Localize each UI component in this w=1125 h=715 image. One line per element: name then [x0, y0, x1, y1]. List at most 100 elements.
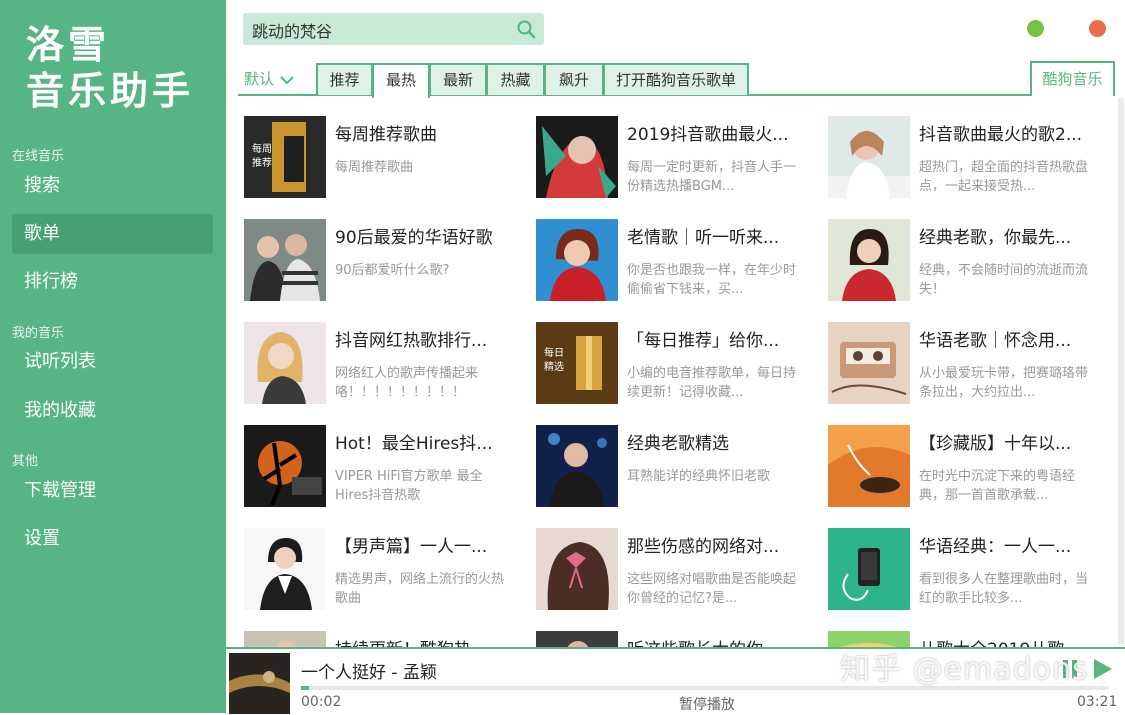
progress-fill — [301, 686, 310, 690]
logo-line-1: 洛雪 — [26, 23, 111, 67]
search-icon[interactable] — [516, 19, 536, 39]
playlist-title: 【珍藏版】十年以... — [919, 434, 1072, 454]
sidebar-item-play-list[interactable]: 试听列表 — [12, 342, 213, 382]
playlist-card[interactable]: 华语经典：一人一... 看到很多人在整理歌曲时，当红的歌手比较多... — [828, 528, 1119, 612]
playlist-card[interactable]: 抖音网红热歌排行... 网络红人的歌声传播起来咯！！！！！！！！！ — [244, 322, 536, 406]
playlist-cover — [828, 322, 910, 404]
playlist-card[interactable]: 每周 推荐 每周推荐歌曲 每周推荐歌曲 — [244, 116, 536, 200]
playlist-desc: 90后都爱听什么歌? — [335, 263, 450, 278]
playlist-card[interactable]: 持续更新！酷狗热... — [244, 631, 536, 648]
playlist-card[interactable]: 老情歌｜听一听来... 你是否也跟我一样，在年少时偷偷省下钱来，买... — [536, 219, 828, 303]
cover-text-weekly-2: 推荐 — [252, 156, 272, 169]
progress-bar[interactable] — [301, 686, 1109, 690]
playlist-cover — [244, 631, 326, 648]
tab-hot-collect[interactable]: 热藏 — [486, 63, 545, 95]
tab-recommend[interactable]: 推荐 — [316, 63, 373, 95]
playlist-desc: 超热门，超全面的抖音热歌盘点，一起来接受热... — [919, 160, 1089, 194]
playlist-cover — [536, 425, 618, 507]
playlist-desc: 小编的电音推荐歌单，每日持续更新！记得收藏... — [627, 366, 797, 400]
tab-open-kugou-playlist[interactable]: 打开酷狗音乐歌单 — [603, 63, 749, 95]
now-playing-cover[interactable] — [229, 653, 290, 714]
section-title-online: 在线音乐 — [12, 149, 65, 164]
playlist-card[interactable]: 经典老歌，你最先... 经典，不会随时间的流逝而流失！ — [828, 219, 1119, 303]
search-box — [243, 13, 544, 45]
playlist-cover — [828, 219, 910, 301]
playlist-card[interactable]: 【珍藏版】十年以... 在时光中沉淀下来的粤语经典，那一首首歌承载... — [828, 425, 1119, 509]
sidebar-item-favorites[interactable]: 我的收藏 — [12, 391, 213, 431]
playlist-title: Hot！最全Hires抖... — [335, 434, 493, 454]
playlist-title: 2019抖音歌曲最火... — [627, 125, 789, 145]
playlist-cover: 每日 精选 — [536, 322, 618, 404]
cover-text-daily-1: 每日 — [544, 346, 564, 359]
sidebar-item-charts[interactable]: 排行榜 — [12, 262, 213, 302]
playlist-cover — [244, 219, 326, 301]
play-status: 暂停播放 — [679, 697, 735, 713]
logo-line-2: 音乐助手 — [26, 69, 195, 113]
playlist-cover — [536, 116, 618, 198]
now-playing-title: 一个人挺好 - 孟颖 — [301, 663, 437, 683]
playlist-desc: 耳熟能详的经典怀旧老歌 — [627, 469, 771, 484]
playlist-cover: 每周 推荐 — [244, 116, 326, 198]
playlist-card[interactable]: 经典老歌精选 耳熟能详的经典怀旧老歌 — [536, 425, 828, 509]
playlist-card[interactable]: 【男声篇】一人一... 精选男声，网络上流行的火热歌曲 — [244, 528, 536, 612]
tab-newest[interactable]: 最新 — [429, 63, 487, 95]
total-time: 03:21 — [1077, 694, 1118, 710]
playlist-card[interactable]: 抖音歌曲最火的歌2... 超热门，超全面的抖音热歌盘点，一起来接受热... — [828, 116, 1119, 200]
player-bar: 一个人挺好 - 孟颖 00:02 暂停播放 03:21 — [226, 647, 1125, 715]
playlist-card[interactable]: 那些伤感的网络对... 这些网络对唱歌曲是否能唤起你曾经的记忆?是... — [536, 528, 828, 612]
playlist-cover — [244, 322, 326, 404]
cover-text-daily-2: 精选 — [544, 360, 564, 373]
playlist-cover — [536, 528, 618, 610]
sidebar-item-playlists[interactable]: 歌单 — [12, 214, 213, 254]
search-input[interactable] — [250, 17, 509, 43]
playlist-card[interactable]: Hot！最全Hires抖... VIPER HiFi官方歌单 最全Hires抖音… — [244, 425, 536, 509]
playlist-cover — [828, 425, 910, 507]
sidebar-item-downloads[interactable]: 下载管理 — [12, 471, 213, 511]
playlist-desc: 你是否也跟我一样，在年少时偷偷省下钱来，买... — [627, 263, 797, 297]
tab-hottest[interactable]: 最热 — [372, 63, 430, 98]
playlist-title: 那些伤感的网络对... — [627, 537, 780, 557]
source-tab-kugou[interactable]: 酷狗音乐 — [1030, 61, 1115, 96]
pause-icon[interactable] — [1058, 657, 1082, 681]
tab-rising[interactable]: 飙升 — [544, 63, 604, 95]
playlist-card[interactable]: 90后最爱的华语好歌 90后都爱听什么歌? — [244, 219, 536, 303]
playlist-card[interactable]: 儿歌大全2019儿歌... — [828, 631, 1119, 648]
playlist-cover — [244, 528, 326, 610]
playlist-desc: 网络红人的歌声传播起来咯！！！！！！！！！ — [335, 366, 479, 400]
playlist-title: 【男声篇】一人一... — [335, 537, 488, 557]
playlist-desc: 看到很多人在整理歌曲时，当红的歌手比较多... — [919, 572, 1089, 606]
next-icon[interactable] — [1090, 657, 1114, 681]
playlist-title: 抖音歌曲最火的歌2... — [919, 125, 1083, 145]
app-logo: 洛雪 音乐助手 — [26, 22, 194, 114]
sort-select[interactable]: 默认 — [244, 66, 294, 94]
playlist-cover — [244, 425, 326, 507]
playlist-grid: 每周 推荐 每周推荐歌曲 每周推荐歌曲 2019抖音歌曲最火... 每周一定时更… — [244, 116, 1119, 648]
playlist-desc: 每周一定时更新，抖音人手一份精选热播BGM... — [627, 160, 797, 194]
close-button[interactable] — [1089, 20, 1106, 37]
minimize-button[interactable] — [1027, 20, 1044, 37]
playlist-desc: 在时光中沉淀下来的粤语经典，那一首首歌承载... — [919, 469, 1076, 503]
playlist-title: 每周推荐歌曲 — [335, 125, 437, 145]
playlist-cover — [828, 528, 910, 610]
playlist-title: 华语老歌｜怀念用... — [919, 331, 1072, 351]
playlist-cover — [828, 116, 910, 198]
playlist-card[interactable]: 华语老歌｜怀念用... 从小最爱玩卡带，把赛璐珞带条拉出，大约拉出... — [828, 322, 1119, 406]
sidebar: 洛雪 音乐助手 在线音乐 搜索 歌单 排行榜 我的音乐 试听列表 我的收藏 其他… — [0, 0, 226, 713]
cover-text-weekly-1: 每周 — [252, 142, 272, 155]
playlist-desc: 从小最爱玩卡带，把赛璐珞带条拉出，大约拉出... — [919, 366, 1089, 400]
playlist-title: 华语经典：一人一... — [919, 537, 1072, 557]
playlist-card[interactable]: 听这些歌长大的你... — [536, 631, 828, 648]
section-title-other: 其他 — [12, 454, 39, 469]
sidebar-item-search[interactable]: 搜索 — [12, 166, 213, 206]
sidebar-item-settings[interactable]: 设置 — [12, 519, 213, 559]
playlist-title: 「每日推荐」给你... — [627, 331, 780, 351]
playlist-cover — [536, 219, 618, 301]
playlist-title: 经典老歌，你最先... — [919, 228, 1072, 248]
scrollbar[interactable] — [1118, 98, 1124, 644]
playlist-title: 老情歌｜听一听来... — [627, 228, 780, 248]
playlist-card[interactable]: 2019抖音歌曲最火... 每周一定时更新，抖音人手一份精选热播BGM... — [536, 116, 828, 200]
playlist-desc: 经典，不会随时间的流逝而流失！ — [919, 263, 1089, 297]
playlist-title: 经典老歌精选 — [627, 434, 729, 454]
playlist-card[interactable]: 每日 精选 「每日推荐」给你... 小编的电音推荐歌单，每日持续更新！记得收藏.… — [536, 322, 828, 406]
playlist-desc: VIPER HiFi官方歌单 最全Hires抖音热歌 — [335, 469, 483, 503]
